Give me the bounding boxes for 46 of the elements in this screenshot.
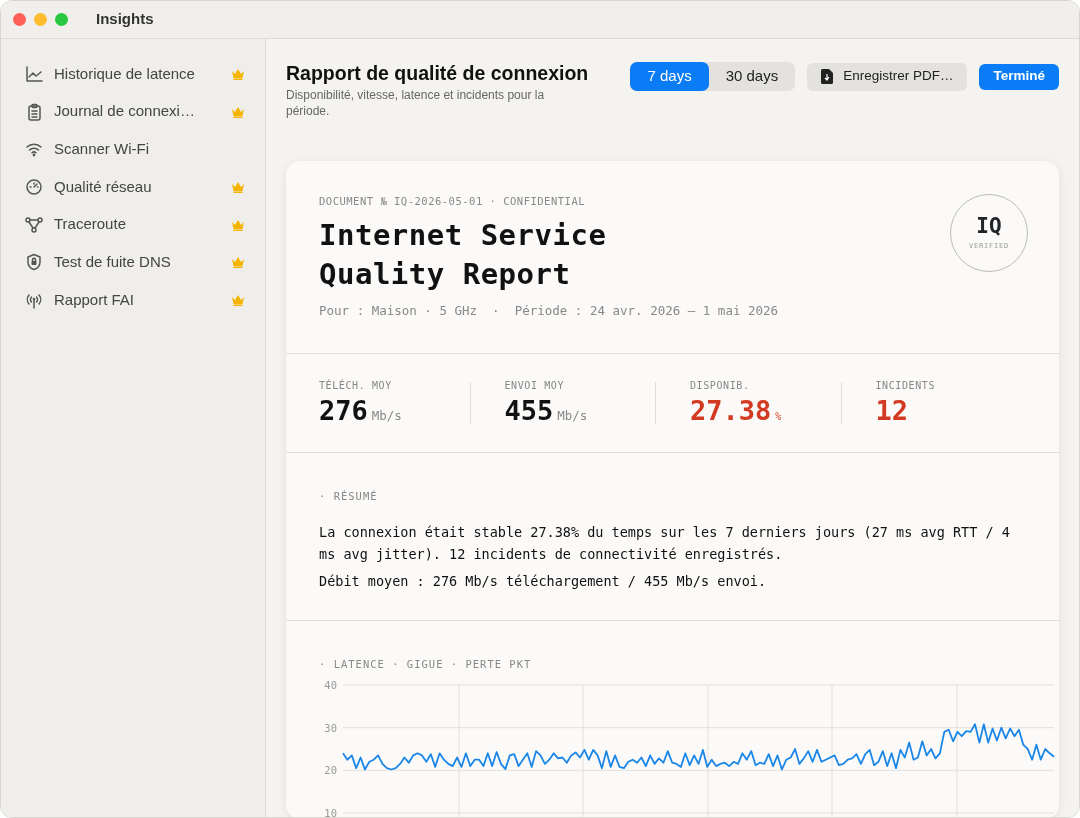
- document-id: DOCUMENT № IQ-2026-05-01 · CONFIDENTIAL: [319, 194, 587, 210]
- close-button[interactable]: [13, 13, 26, 26]
- sidebar-item[interactable]: Test de fuite DNS: [25, 243, 245, 282]
- gauge-icon: [25, 177, 43, 196]
- stat-label: ENVOI MOY: [504, 379, 566, 394]
- minimize-button[interactable]: [34, 13, 47, 26]
- sidebar-item[interactable]: Qualité réseau: [25, 168, 245, 206]
- stat-unit: Mb/s: [557, 407, 588, 426]
- chart-heading: · LATENCE · GIGUE · PERTE PKT: [319, 656, 533, 672]
- stat-label: TÉLÉCH. MOY: [319, 378, 393, 394]
- summary-paragraph: La connexion était stable 27.38% du temps sur les 7 derniers jours (27 ms avg RTT / 4 ms avg jitter). 12 incidents de connectivité enregistrés.: [319, 523, 1011, 565]
- period-tab[interactable]: 7 days: [630, 62, 709, 91]
- document-icon: [821, 69, 834, 84]
- stat-label: INCIDENTS: [875, 379, 937, 394]
- report-title: Internet Service Quality Report: [319, 217, 608, 294]
- stat-value: 276: [319, 394, 368, 429]
- zoom-button[interactable]: [55, 13, 68, 26]
- axis-tick-label: 10: [324, 806, 337, 817]
- route-icon: [25, 215, 43, 234]
- stat-value: 12: [875, 394, 908, 429]
- section-heading: · RÉSUMÉ: [319, 489, 379, 505]
- stat-label: DISPONIB.: [690, 379, 751, 394]
- stat-value: 455: [504, 394, 554, 429]
- summary-paragraph: Débit moyen : 276 Mb/s téléchargement / 455 Mb/s envoi.: [319, 571, 768, 591]
- wifi-icon: [25, 140, 43, 159]
- stat-value: 27.38: [690, 394, 772, 429]
- clipboard-icon: [25, 102, 43, 121]
- page-subtitle: Disponibilité, vitesse, latence et incidents pour la période.: [286, 88, 546, 120]
- axis-tick-label: 30: [324, 721, 337, 734]
- done-button[interactable]: Terminé: [979, 63, 1059, 90]
- period-tab[interactable]: 30 days: [708, 62, 796, 91]
- page-title: Rapport de qualité de connexion: [286, 61, 589, 86]
- chart-icon: [25, 64, 43, 83]
- sidebar-item[interactable]: Journal de connexi…: [25, 92, 245, 131]
- save-pdf-button[interactable]: Enregistrer PDF…: [807, 62, 968, 91]
- sidebar-item[interactable]: Scanner Wi-Fi: [25, 130, 245, 169]
- stat-unit: %: [775, 410, 782, 425]
- axis-tick-label: 20: [324, 763, 337, 776]
- sidebar-item[interactable]: Historique de latence: [25, 55, 245, 93]
- sidebar-item[interactable]: Rapport FAI: [25, 281, 245, 319]
- stat-unit: Mb/s: [371, 407, 402, 426]
- axis-tick-label: 40: [324, 678, 337, 691]
- shield-icon: [25, 253, 43, 272]
- report-meta: Pour : Maison · 5 GHz · Période : 24 avr. 2026 — 1 mai 2026: [319, 302, 779, 321]
- sidebar-item[interactable]: Traceroute: [25, 205, 245, 244]
- window-title: Insights: [96, 9, 154, 30]
